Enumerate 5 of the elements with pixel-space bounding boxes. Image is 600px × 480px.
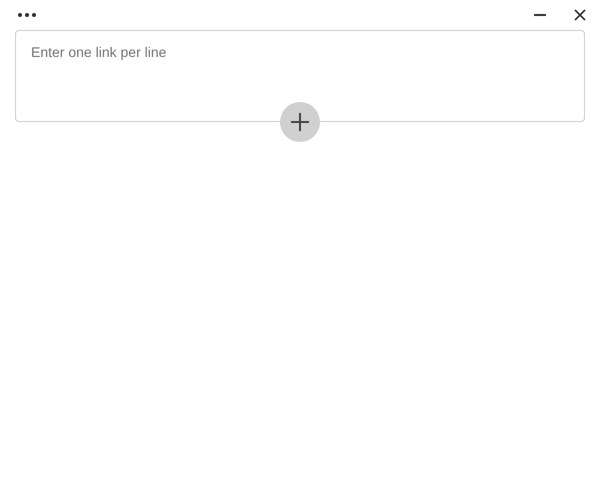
close-icon[interactable] bbox=[574, 9, 586, 21]
add-button[interactable] bbox=[280, 102, 320, 142]
input-field[interactable]: Enter one link per line bbox=[15, 30, 585, 122]
menu-icon[interactable] bbox=[18, 13, 36, 17]
plus-icon bbox=[291, 113, 309, 131]
